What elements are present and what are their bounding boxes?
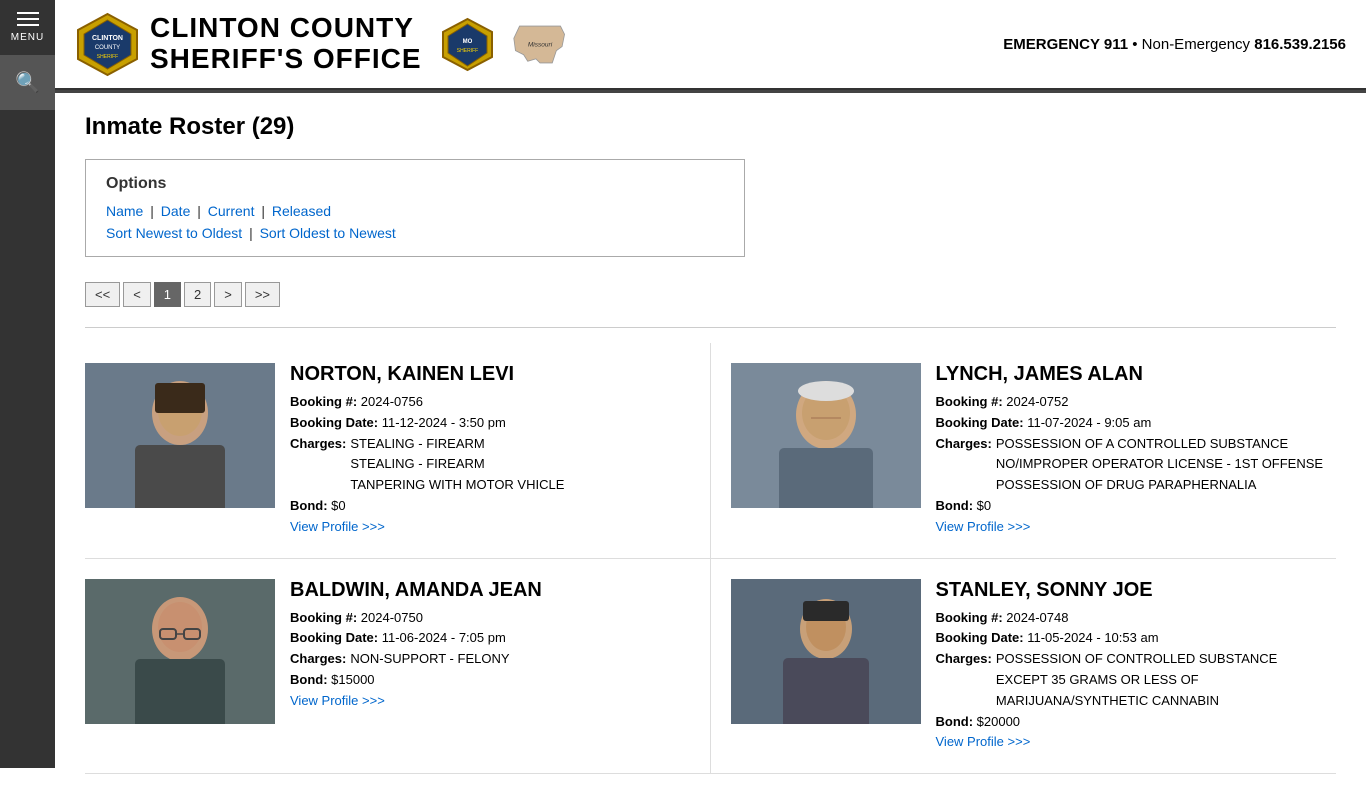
stanley-name: STANLEY, SONNY JOE (936, 579, 1327, 602)
inmate-photo-lynch (731, 363, 921, 508)
main-content: Inmate Roster (29) Options Name | Date |… (55, 93, 1366, 794)
inmate-info-stanley: STANLEY, SONNY JOE Booking #: 2024-0748 … (936, 579, 1327, 754)
search-icon: 🔍 (15, 70, 40, 95)
emergency-info: EMERGENCY 911 • Non-Emergency 816.539.21… (1003, 36, 1346, 53)
lynch-details: Booking #: 2024-0752 Booking Date: 11-07… (936, 392, 1327, 538)
left-badge-icon: CLINTON COUNTY SHERIFF (75, 12, 140, 77)
norton-view-profile[interactable]: View Profile >>> (290, 519, 385, 534)
top-divider (85, 327, 1336, 328)
svg-text:SHERIFF: SHERIFF (456, 48, 477, 54)
svg-text:Missouri: Missouri (527, 41, 552, 48)
sidebar: MENU 🔍 (0, 0, 55, 768)
inmate-card-stanley: STANLEY, SONNY JOE Booking #: 2024-0748 … (711, 559, 1337, 775)
filter-links: Name | Date | Current | Released (106, 203, 724, 219)
page-prev[interactable]: < (123, 282, 151, 307)
norton-details: Booking #: 2024-0756 Booking Date: 11-12… (290, 392, 690, 538)
sort-oldest[interactable]: Sort Oldest to Newest (260, 225, 396, 241)
lynch-name: LYNCH, JAMES ALAN (936, 363, 1327, 386)
options-box: Options Name | Date | Current | Released… (85, 159, 745, 257)
stanley-view-profile[interactable]: View Profile >>> (936, 734, 1031, 749)
menu-label: MENU (11, 32, 44, 43)
svg-text:CLINTON: CLINTON (92, 35, 123, 42)
inmate-grid: NORTON, KAINEN LEVI Booking #: 2024-0756… (85, 343, 1336, 774)
agency-name: CLINTON COUNTY SHERIFF'S OFFICE (150, 13, 422, 75)
missouri-map-icon: Missouri (510, 22, 570, 67)
right-badge-icon: MO SHERIFF (440, 17, 495, 72)
baldwin-view-profile[interactable]: View Profile >>> (290, 693, 385, 708)
norton-name: NORTON, KAINEN LEVI (290, 363, 690, 386)
stanley-details: Booking #: 2024-0748 Booking Date: 11-05… (936, 608, 1327, 754)
page-next[interactable]: > (214, 282, 242, 307)
sort-links: Sort Newest to Oldest | Sort Oldest to N… (106, 225, 724, 241)
inmate-card-baldwin: BALDWIN, AMANDA JEAN Booking #: 2024-075… (85, 559, 711, 775)
page-last[interactable]: >> (245, 282, 280, 307)
menu-button[interactable]: MENU (0, 0, 55, 55)
inmate-info-lynch: LYNCH, JAMES ALAN Booking #: 2024-0752 B… (936, 363, 1327, 538)
svg-text:COUNTY: COUNTY (95, 45, 120, 51)
lynch-view-profile[interactable]: View Profile >>> (936, 519, 1031, 534)
search-button[interactable]: 🔍 (0, 55, 55, 110)
inmate-photo-stanley (731, 579, 921, 724)
sort-newest[interactable]: Sort Newest to Oldest (106, 225, 242, 241)
filter-current[interactable]: Current (208, 203, 255, 219)
options-heading: Options (106, 175, 724, 193)
pagination: << < 1 2 > >> (85, 282, 1336, 307)
header: CLINTON COUNTY SHERIFF CLINTON COUNTY SH… (55, 0, 1366, 90)
inmate-info-baldwin: BALDWIN, AMANDA JEAN Booking #: 2024-075… (290, 579, 690, 754)
svg-text:MO: MO (462, 39, 472, 45)
baldwin-details: Booking #: 2024-0750 Booking Date: 11-06… (290, 608, 690, 712)
filter-date[interactable]: Date (161, 203, 191, 219)
logo-area: CLINTON COUNTY SHERIFF CLINTON COUNTY SH… (75, 12, 570, 77)
baldwin-name: BALDWIN, AMANDA JEAN (290, 579, 690, 602)
inmate-photo-norton (85, 363, 275, 508)
page-2[interactable]: 2 (184, 282, 211, 307)
filter-released[interactable]: Released (272, 203, 331, 219)
svg-text:SHERIFF: SHERIFF (97, 54, 118, 60)
inmate-card-norton: NORTON, KAINEN LEVI Booking #: 2024-0756… (85, 343, 711, 559)
filter-name[interactable]: Name (106, 203, 143, 219)
page-1[interactable]: 1 (154, 282, 181, 307)
inmate-info-norton: NORTON, KAINEN LEVI Booking #: 2024-0756… (290, 363, 690, 538)
page-first[interactable]: << (85, 282, 120, 307)
missouri-area: Missouri (510, 22, 570, 67)
inmate-photo-baldwin (85, 579, 275, 724)
page-title: Inmate Roster (29) (85, 113, 1336, 141)
inmate-card-lynch: LYNCH, JAMES ALAN Booking #: 2024-0752 B… (711, 343, 1337, 559)
